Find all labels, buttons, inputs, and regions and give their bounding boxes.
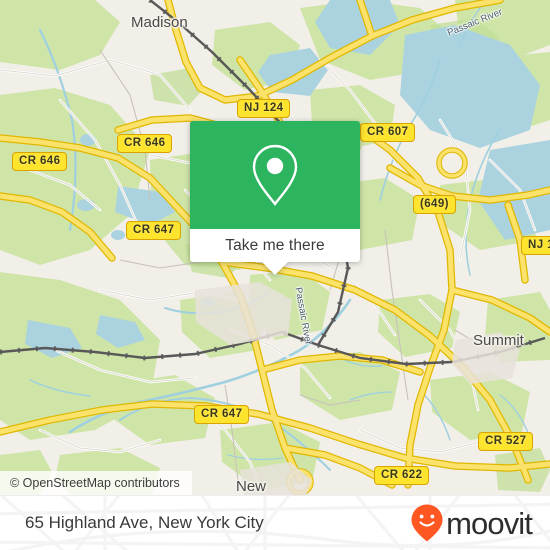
map-canvas[interactable]: NJ 124 CR 646 CR 607 CR 646 (649) CR 647… — [0, 0, 550, 495]
osm-attribution[interactable]: © OpenStreetMap contributors — [0, 471, 192, 495]
place-label-madison: Madison — [131, 14, 188, 31]
route-shield[interactable]: CR 647 — [194, 405, 250, 424]
route-shield[interactable]: (649) — [413, 195, 456, 214]
route-shield[interactable]: CR 647 — [126, 221, 182, 240]
popup-icon-area — [190, 121, 360, 229]
moovit-pin-icon — [411, 504, 443, 542]
route-shield[interactable]: NJ 124 — [237, 99, 291, 118]
route-shield[interactable]: CR 646 — [12, 152, 68, 171]
footer-bar: 65 Highland Ave, New York City moovit — [0, 495, 550, 550]
popup-tail — [261, 261, 289, 275]
osm-attribution-text: © OpenStreetMap contributors — [10, 476, 180, 490]
popup-action-area[interactable]: Take me there — [190, 229, 360, 275]
destination-popup[interactable]: Take me there — [190, 121, 360, 275]
take-me-there-label: Take me there — [225, 236, 325, 254]
map-screenshot-root: NJ 124 CR 646 CR 607 CR 646 (649) CR 647… — [0, 0, 550, 550]
route-shield[interactable]: CR 527 — [478, 432, 534, 451]
route-shield[interactable]: CR 622 — [374, 466, 430, 485]
route-shield[interactable]: NJ 124 — [521, 236, 550, 255]
map-pin-icon — [252, 144, 298, 206]
moovit-wordmark: moovit — [446, 505, 533, 541]
address-label: 65 Highland Ave, New York City — [25, 513, 264, 532]
route-shield[interactable]: CR 607 — [360, 123, 416, 142]
place-label-new: New — [236, 478, 267, 495]
place-label-summit: Summit — [473, 332, 524, 349]
route-shield[interactable]: CR 646 — [117, 134, 173, 153]
moovit-logo: moovit — [410, 503, 533, 543]
